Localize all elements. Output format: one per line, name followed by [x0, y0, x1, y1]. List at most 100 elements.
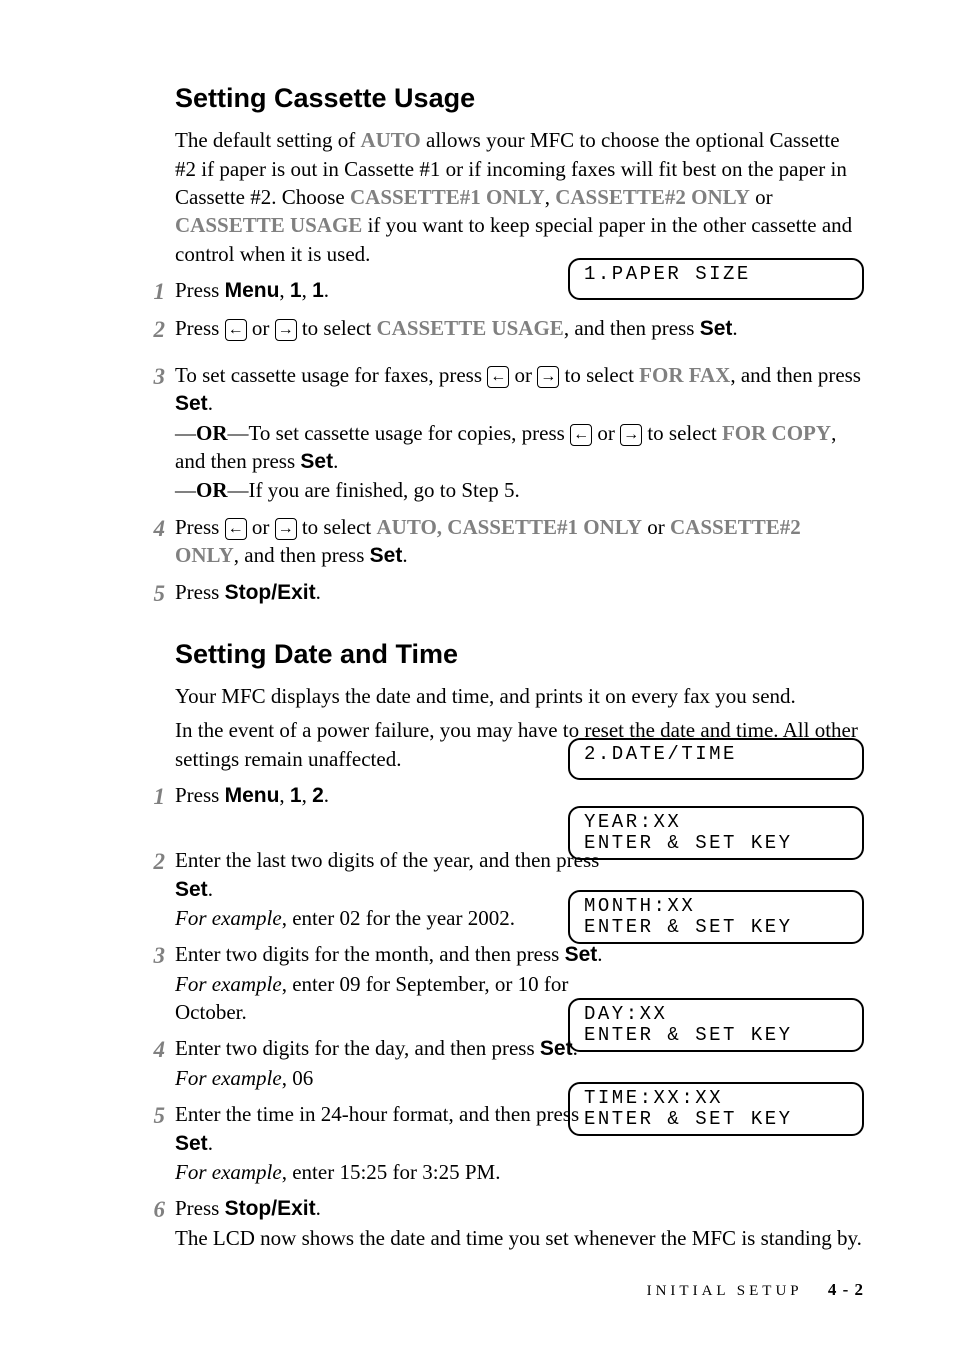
text: . [333, 449, 338, 473]
text-cassette2-only: CASSETTE#2 ONLY [555, 185, 750, 209]
step-6: 6 Press Stop/Exit. The LCD now shows the… [155, 1194, 864, 1252]
step-1: 1 Press Menu, 1, 1. [155, 276, 864, 305]
text: or [247, 515, 275, 539]
step-1: 1 Press Menu, 1, 2. [155, 781, 864, 810]
text: to select [559, 363, 639, 387]
text-auto-c1: AUTO, CASSETTE#1 ONLY [376, 515, 642, 539]
text: Enter the time in 24-hour format, and th… [175, 1102, 579, 1126]
text: . [573, 1036, 578, 1060]
key-set: Set [175, 1132, 208, 1155]
text-for-copy: FOR COPY [722, 421, 831, 445]
text: — [175, 478, 196, 502]
text: —To set cassette usage for copies, press [228, 421, 571, 445]
step-number: 1 [141, 276, 165, 307]
text: . [208, 1131, 213, 1155]
key-1: 1 [290, 784, 302, 807]
intro-cassette: The default setting of AUTO allows your … [175, 126, 864, 268]
left-arrow-icon: ← [225, 518, 247, 540]
text: or [509, 363, 537, 387]
step-number: 2 [141, 314, 165, 345]
text: Press [175, 316, 225, 340]
steps-cassette: 1 Press Menu, 1, 1. 2 Press ← or → to se… [155, 276, 864, 607]
text: . [316, 1196, 321, 1220]
steps-date: 1 Press Menu, 1, 2. 2 Enter the last two… [155, 781, 864, 1252]
text: , and then press [730, 363, 861, 387]
text-example: For example [175, 1160, 282, 1184]
text: . [324, 783, 329, 807]
key-set: Set [175, 392, 208, 415]
key-1: 1 [290, 279, 302, 302]
right-arrow-icon: → [275, 518, 297, 540]
text: to select [297, 316, 377, 340]
step-number: 2 [141, 846, 165, 877]
text: or [642, 515, 670, 539]
intro-date-p1: Your MFC displays the date and time, and… [175, 682, 864, 710]
step-5: 5 Enter the time in 24-hour format, and … [155, 1100, 864, 1186]
lcd-date-time: 2.DATE/TIME [568, 738, 864, 780]
step-2: 2 Press ← or → to select CASSETTE USAGE,… [155, 314, 864, 343]
key-menu: Menu [225, 784, 280, 807]
right-arrow-icon: → [537, 366, 559, 388]
text: , enter 02 for the year 2002. [282, 906, 515, 930]
key-stop-exit: Stop/Exit [225, 1197, 316, 1220]
heading-setting-cassette-usage: Setting Cassette Usage [175, 80, 864, 116]
text: , [302, 783, 313, 807]
key-set: Set [300, 450, 333, 473]
text: . [732, 316, 737, 340]
text: , [279, 783, 290, 807]
footer: INITIAL SETUP 4 - 2 [647, 1279, 864, 1302]
text: The default setting of [175, 128, 360, 152]
step-5: 5 Press Stop/Exit. [155, 578, 864, 607]
text: —If you are finished, go to Step 5. [228, 478, 520, 502]
step-number: 4 [141, 513, 165, 544]
footer-label: INITIAL SETUP [647, 1283, 802, 1299]
left-arrow-icon: ← [570, 424, 592, 446]
text: or [592, 421, 620, 445]
step-number: 1 [141, 781, 165, 812]
text: To set cassette usage for faxes, press [175, 363, 487, 387]
step-number: 5 [141, 1100, 165, 1131]
left-arrow-icon: ← [225, 319, 247, 341]
text: , [302, 278, 313, 302]
text: . [208, 391, 213, 415]
text: — [175, 421, 196, 445]
key-stop-exit: Stop/Exit [225, 581, 316, 604]
key-set: Set [370, 544, 403, 567]
text: Press [175, 1196, 225, 1220]
step-number: 5 [141, 578, 165, 609]
text: or [750, 185, 773, 209]
text: , and then press [564, 316, 700, 340]
step-2: 2 Enter the last two digits of the year,… [155, 846, 864, 932]
text-auto: AUTO [360, 128, 420, 152]
right-arrow-icon: → [275, 319, 297, 341]
key-set: Set [175, 878, 208, 901]
text-cassette-usage: CASSETTE USAGE [175, 213, 362, 237]
text-for-fax: FOR FAX [639, 363, 730, 387]
step-4: 4 Enter two digits for the day, and then… [155, 1034, 864, 1092]
text-cassette1-only: CASSETTE#1 ONLY [350, 185, 545, 209]
right-arrow-icon: → [620, 424, 642, 446]
text-example: For example [175, 1066, 282, 1090]
step-3: 3 To set cassette usage for faxes, press… [155, 361, 864, 505]
text: , [545, 185, 556, 209]
text: Press [175, 515, 225, 539]
text: . [208, 877, 213, 901]
key-2: 2 [312, 784, 324, 807]
text: Press [175, 580, 225, 604]
text-or: OR [196, 478, 228, 502]
text-or: OR [196, 421, 228, 445]
key-set: Set [540, 1037, 573, 1060]
step-number: 4 [141, 1034, 165, 1065]
key-set: Set [565, 943, 598, 966]
step-4: 4 Press ← or → to select AUTO, CASSETTE#… [155, 513, 864, 571]
left-arrow-icon: ← [487, 366, 509, 388]
text: , [279, 278, 290, 302]
text-cassette-usage: CASSETTE USAGE [376, 316, 563, 340]
text: . [316, 580, 321, 604]
text: or [247, 316, 275, 340]
step-number: 3 [141, 361, 165, 392]
step-3: 3 Enter two digits for the month, and th… [155, 940, 864, 1026]
step-number: 6 [141, 1194, 165, 1225]
key-1b: 1 [312, 279, 324, 302]
text: Press [175, 278, 225, 302]
